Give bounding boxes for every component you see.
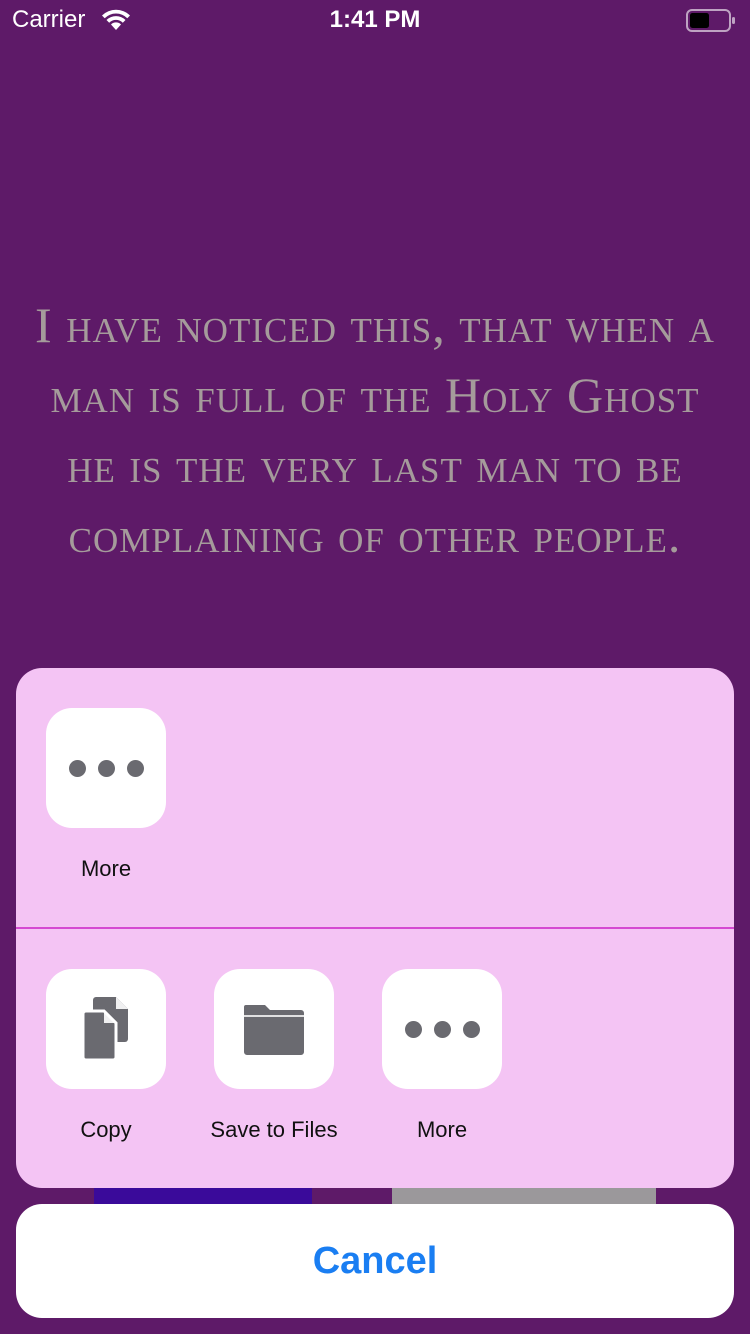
action-copy-tile[interactable]: [46, 969, 166, 1089]
share-app-more-tile[interactable]: [46, 708, 166, 828]
action-more-tile[interactable]: [382, 969, 502, 1089]
share-actions-row: Copy Save to Files More: [16, 929, 734, 1188]
share-app-more[interactable]: More: [31, 708, 181, 882]
battery-icon: [686, 9, 735, 32]
screen: Carrier 1:41 PM I have noticed this, tha…: [0, 0, 750, 1334]
copy-icon: [81, 997, 128, 1061]
action-copy-label: Copy: [80, 1117, 132, 1142]
cancel-button[interactable]: Cancel: [16, 1204, 734, 1318]
status-bar: Carrier 1:41 PM: [0, 0, 750, 40]
action-more-label: More: [416, 1117, 468, 1142]
share-sheet: More Copy Save to Files More: [16, 668, 734, 1188]
share-apps-row: More: [16, 668, 734, 928]
share-app-more-label: More: [80, 856, 132, 881]
more-dots-icon: [404, 1020, 480, 1038]
action-copy[interactable]: Copy: [31, 969, 181, 1143]
action-save-to-files-tile[interactable]: [214, 969, 334, 1089]
clock: 1:41 PM: [329, 6, 421, 33]
more-dots-icon: [68, 759, 144, 777]
quote-text: I have noticed this, that when a man is …: [35, 297, 715, 563]
folder-icon: [244, 1005, 304, 1055]
action-more[interactable]: More: [367, 969, 517, 1143]
action-save-to-files-label: Save to Files: [210, 1117, 338, 1142]
action-save-to-files[interactable]: Save to Files: [199, 969, 349, 1143]
